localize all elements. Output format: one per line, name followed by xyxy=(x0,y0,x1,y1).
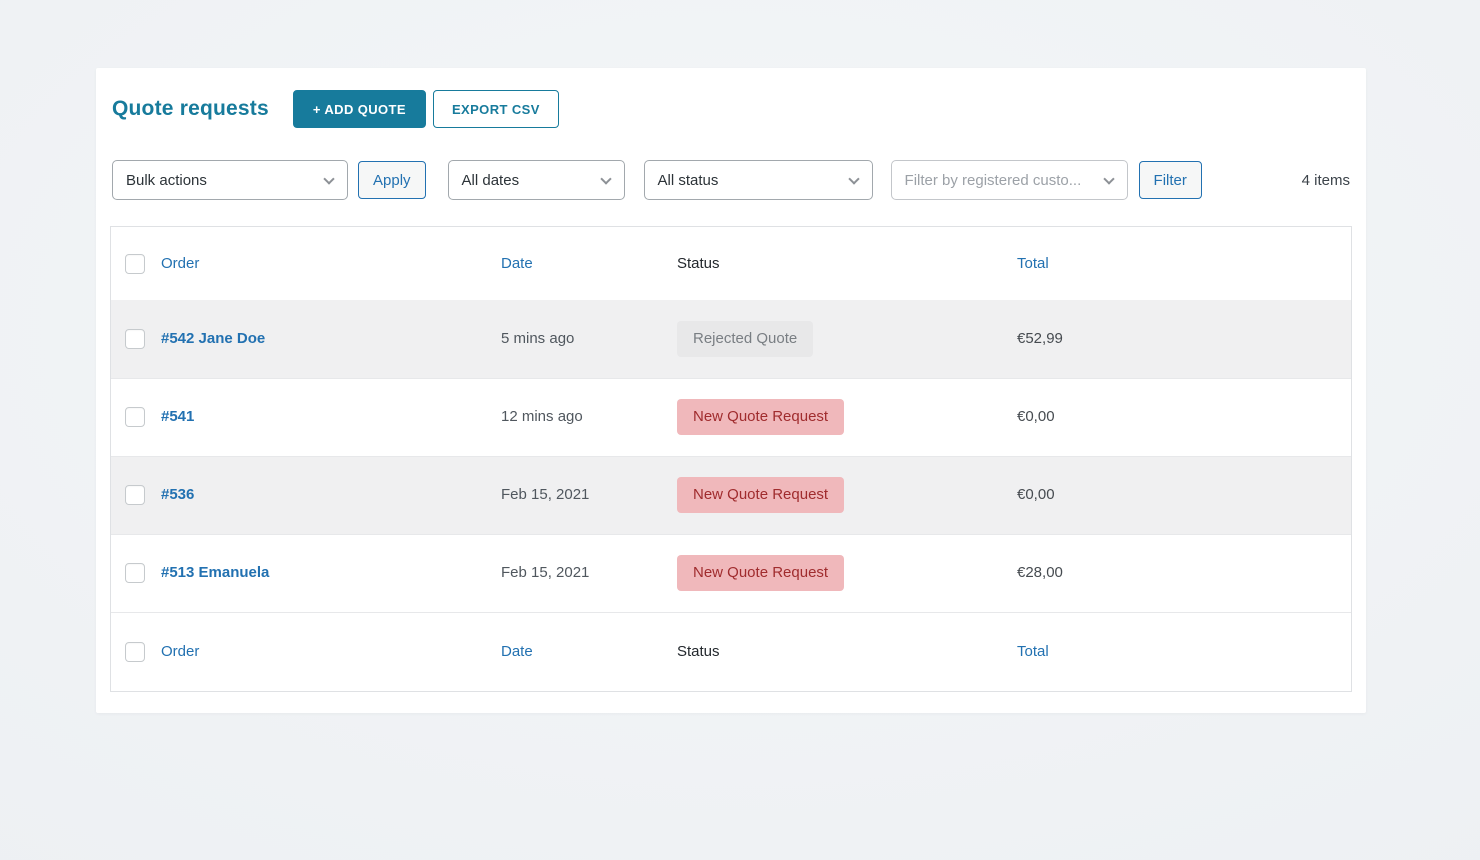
table-row: #542 Jane Doe 5 mins ago Rejected Quote … xyxy=(111,300,1351,378)
quote-requests-panel: Quote requests + ADD QUOTE EXPORT CSV Bu… xyxy=(96,68,1366,713)
column-header-order[interactable]: Order xyxy=(161,255,199,272)
row-checkbox[interactable] xyxy=(125,407,145,427)
status-badge: New Quote Request xyxy=(677,399,844,435)
row-checkbox[interactable] xyxy=(125,329,145,349)
order-date: 5 mins ago xyxy=(501,330,574,347)
order-link[interactable]: #536 xyxy=(161,486,194,503)
status-badge: Rejected Quote xyxy=(677,321,813,357)
filters-row: Bulk actions Apply All dates All status … xyxy=(112,160,1350,200)
order-link[interactable]: #513 Emanuela xyxy=(161,564,269,581)
column-footer-total[interactable]: Total xyxy=(1017,643,1049,660)
order-date: 12 mins ago xyxy=(501,408,583,425)
order-link[interactable]: #542 Jane Doe xyxy=(161,330,265,347)
filter-button[interactable]: Filter xyxy=(1139,161,1202,199)
export-csv-button[interactable]: EXPORT CSV xyxy=(433,90,559,128)
order-date: Feb 15, 2021 xyxy=(501,564,589,581)
select-all-checkbox[interactable] xyxy=(125,254,145,274)
all-status-select[interactable]: All status xyxy=(644,160,873,200)
add-quote-button[interactable]: + ADD QUOTE xyxy=(293,90,426,128)
column-footer-date[interactable]: Date xyxy=(501,643,533,660)
status-badge: New Quote Request xyxy=(677,555,844,591)
all-dates-value: All dates xyxy=(462,172,520,189)
column-footer-order[interactable]: Order xyxy=(161,643,199,660)
select-all-checkbox[interactable] xyxy=(125,642,145,662)
table-row: #513 Emanuela Feb 15, 2021 New Quote Req… xyxy=(111,534,1351,612)
all-dates-select[interactable]: All dates xyxy=(448,160,625,200)
bulk-actions-value: Bulk actions xyxy=(126,172,207,189)
column-header-total[interactable]: Total xyxy=(1017,255,1049,272)
status-badge: New Quote Request xyxy=(677,477,844,513)
order-total: €52,99 xyxy=(1017,330,1063,347)
chevron-down-icon xyxy=(600,173,611,184)
table-footer-row: Order Date Status Total xyxy=(111,612,1351,691)
bulk-actions-select[interactable]: Bulk actions xyxy=(112,160,348,200)
column-header-date[interactable]: Date xyxy=(501,255,533,272)
column-footer-status: Status xyxy=(677,643,720,660)
table-row: #541 12 mins ago New Quote Request €0,00 xyxy=(111,378,1351,456)
row-checkbox[interactable] xyxy=(125,563,145,583)
quotes-table: Order Date Status Total #542 Jane Doe 5 … xyxy=(110,226,1352,692)
all-status-value: All status xyxy=(658,172,719,189)
order-date: Feb 15, 2021 xyxy=(501,486,589,503)
apply-button[interactable]: Apply xyxy=(358,161,426,199)
customer-filter-select[interactable]: Filter by registered custo... xyxy=(891,160,1128,200)
order-total: €0,00 xyxy=(1017,486,1055,503)
page-title: Quote requests xyxy=(112,97,269,121)
column-header-status: Status xyxy=(677,255,720,272)
order-link[interactable]: #541 xyxy=(161,408,194,425)
header-bar: Quote requests + ADD QUOTE EXPORT CSV xyxy=(112,90,1350,128)
order-total: €28,00 xyxy=(1017,564,1063,581)
order-total: €0,00 xyxy=(1017,408,1055,425)
chevron-down-icon xyxy=(848,173,859,184)
chevron-down-icon xyxy=(1103,173,1114,184)
customer-filter-placeholder: Filter by registered custo... xyxy=(905,172,1082,189)
chevron-down-icon xyxy=(323,173,334,184)
table-row: #536 Feb 15, 2021 New Quote Request €0,0… xyxy=(111,456,1351,534)
row-checkbox[interactable] xyxy=(125,485,145,505)
items-count: 4 items xyxy=(1302,172,1350,189)
table-header-row: Order Date Status Total xyxy=(111,227,1351,300)
